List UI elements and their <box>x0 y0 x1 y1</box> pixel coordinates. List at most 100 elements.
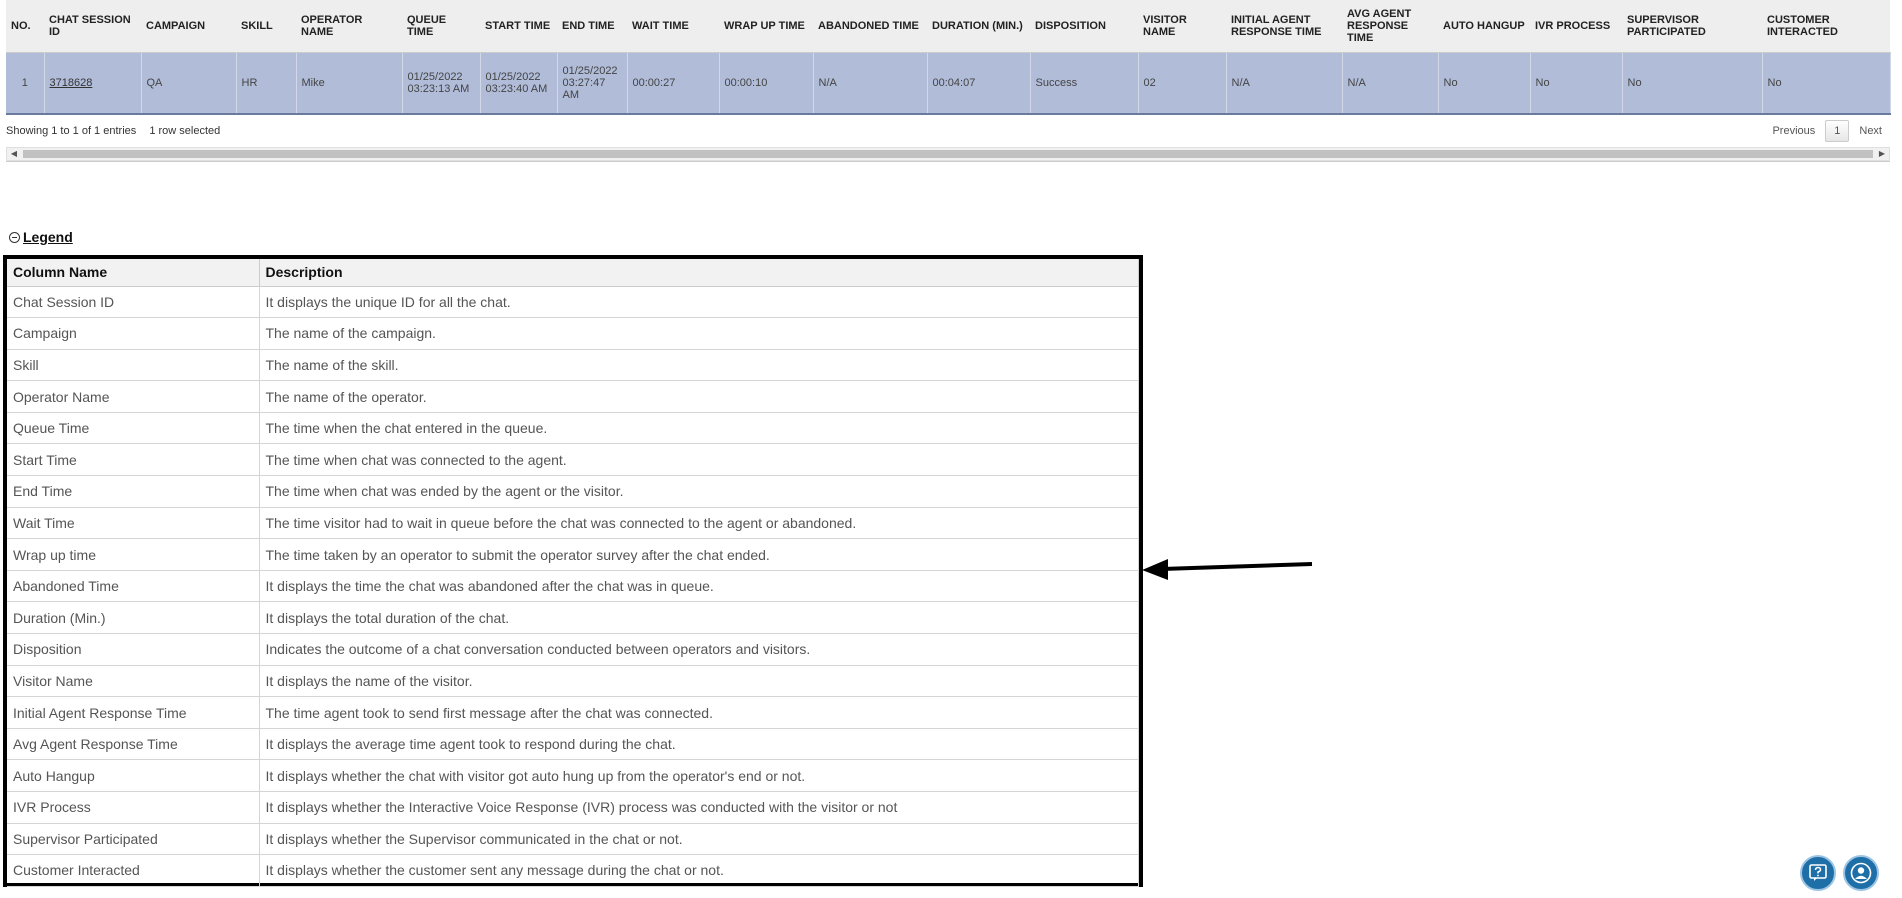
table-cell: No <box>1762 52 1891 115</box>
legend-column-name: IVR Process <box>7 791 260 824</box>
column-header[interactable]: Campaign <box>141 0 236 53</box>
legend-box: Column Name Description Chat Session ID I… <box>3 255 1143 887</box>
column-header[interactable]: Visitor Name <box>1138 0 1226 53</box>
legend-body: Chat Session ID It displays the unique ID… <box>7 286 1139 887</box>
previous-page-button[interactable]: Previous <box>1772 125 1815 137</box>
chat-session-link[interactable]: 3718628 <box>50 77 93 89</box>
column-header[interactable]: Supervisor Participated <box>1622 0 1762 53</box>
legend-row: Skill The name of the skill. <box>7 349 1139 382</box>
column-header[interactable]: Start Time <box>480 0 557 53</box>
legend-toggle-label: Legend <box>23 229 73 245</box>
legend-column-name: Skill <box>7 349 260 382</box>
table-footer: Showing 1 to 1 of 1 entries 1 row select… <box>6 115 1890 147</box>
column-header[interactable]: Initial Agent Response Time <box>1226 0 1342 53</box>
legend-row: Operator Name The name of the operator. <box>7 380 1139 413</box>
legend-description: It displays whether the Interactive Voic… <box>259 791 1139 824</box>
table-cell: N/A <box>1226 52 1343 115</box>
column-header[interactable]: Abandoned Time <box>813 0 927 53</box>
legend-row: Duration (Min.) It displays the total dur… <box>7 601 1139 635</box>
column-header[interactable]: Operator Name <box>296 0 402 53</box>
legend-column-name: Operator Name <box>7 380 260 413</box>
column-header[interactable]: Skill <box>236 0 296 53</box>
legend-column-name: Start Time <box>7 443 260 477</box>
scroll-left-icon[interactable]: ◀ <box>7 148 21 160</box>
legend-description: The time taken by an operator to submit … <box>259 538 1139 571</box>
horizontal-scrollbar[interactable]: ◀ ▶ <box>6 147 1890 161</box>
scroll-right-icon[interactable]: ▶ <box>1875 148 1889 160</box>
scrollbar-thumb[interactable] <box>23 150 1873 158</box>
legend-column-name: End Time <box>7 475 260 508</box>
legend-column-name: Queue Time <box>7 412 260 445</box>
legend-row: Customer Interacted It displays whether t… <box>7 854 1139 887</box>
legend-row: Start Time The time when chat was connect… <box>7 443 1139 477</box>
legend-column-name: Wrap up time <box>7 538 260 571</box>
legend-row: Abandoned Time It displays the time the c… <box>7 570 1139 603</box>
legend-row: Queue Time The time when the chat entered… <box>7 412 1139 445</box>
legend-header-column-name: Column Name <box>7 259 260 287</box>
next-page-button[interactable]: Next <box>1859 125 1882 137</box>
report-table-container: No. Chat Session ID Campaign Skill Operator … <box>6 0 1891 162</box>
legend-column-name: Avg Agent Response Time <box>7 728 260 761</box>
table-cell: QA <box>141 52 237 115</box>
legend-column-name: Supervisor Participated <box>7 823 260 856</box>
legend-description: It displays whether the customer sent an… <box>259 854 1139 887</box>
column-header[interactable]: Customer Interacted <box>1762 0 1890 53</box>
legend-description: The name of the skill. <box>259 349 1139 382</box>
entries-info: Showing 1 to 1 of 1 entries 1 row select… <box>6 125 220 137</box>
table-row[interactable]: 1 3718628 QA HR Mike 01/25/2022 03:23:13 AM 01… <box>6 52 1891 115</box>
legend-description: The time when the chat entered in the qu… <box>259 412 1139 445</box>
help-button[interactable] <box>1800 855 1836 891</box>
legend-row: IVR Process It displays whether the Inter… <box>7 791 1139 824</box>
column-header[interactable]: Wrap Up Time <box>719 0 813 53</box>
legend-column-name: Auto Hangup <box>7 759 260 792</box>
column-header[interactable]: Wait Time <box>627 0 719 53</box>
column-header[interactable]: No. <box>6 0 44 53</box>
column-header[interactable]: IVR Process <box>1530 0 1622 53</box>
legend-description: It displays whether the chat with visito… <box>259 759 1139 792</box>
legend-toggle[interactable]: Legend <box>9 229 73 245</box>
column-header[interactable]: Queue Time <box>402 0 480 53</box>
help-icon <box>1809 864 1827 881</box>
table-cell: 1 <box>6 52 45 115</box>
table-cell: N/A <box>1342 52 1439 115</box>
column-header[interactable]: Duration (Min.) <box>927 0 1030 53</box>
column-header[interactable]: Avg Agent Response Time <box>1342 0 1438 53</box>
legend-description: The time when chat was ended by the agen… <box>259 475 1139 508</box>
column-header[interactable]: Chat Session ID <box>44 0 141 53</box>
legend-description: Indicates the outcome of a chat conversa… <box>259 633 1139 666</box>
column-header[interactable]: End Time <box>557 0 627 53</box>
legend-description: The name of the campaign. <box>259 317 1139 350</box>
legend-row: End Time The time when chat was ended by … <box>7 475 1139 508</box>
legend-description: It displays whether the Supervisor commu… <box>259 823 1139 856</box>
table-cell: 01/25/2022 03:27:47 AM <box>557 52 628 115</box>
table-cell: 00:04:07 <box>927 52 1031 115</box>
legend-column-name: Chat Session ID <box>7 286 260 319</box>
table-cell: HR <box>236 52 297 115</box>
legend-description: It displays the average time agent took … <box>259 728 1139 761</box>
legend-column-name: Duration (Min.) <box>7 601 260 635</box>
legend-column-name: Wait Time <box>7 507 260 540</box>
legend-row: Initial Agent Response Time The time agen… <box>7 696 1139 729</box>
table-cell: No <box>1530 52 1623 115</box>
column-header[interactable]: Auto Hangup <box>1438 0 1530 53</box>
legend-row: Wrap up time The time taken by an operato… <box>7 538 1139 571</box>
table-cell: Mike <box>296 52 403 115</box>
profile-button[interactable] <box>1843 855 1879 891</box>
table-cell: No <box>1438 52 1531 115</box>
legend-description: It displays the total duration of the ch… <box>259 601 1139 635</box>
legend-row: Avg Agent Response Time It displays the a… <box>7 728 1139 761</box>
legend-description: It displays the name of the visitor. <box>259 665 1139 698</box>
table-cell: 00:00:27 <box>627 52 720 115</box>
rows-selected-text: 1 row selected <box>149 125 221 137</box>
page-1-button[interactable]: 1 <box>1825 120 1850 142</box>
table-cell: Success <box>1030 52 1139 115</box>
legend-column-name: Campaign <box>7 317 260 350</box>
legend-header-row: Column Name Description <box>7 259 1139 287</box>
legend-description: The time visitor had to wait in queue be… <box>259 507 1139 540</box>
table-cell: 00:00:10 <box>719 52 814 115</box>
legend-description: The time agent took to send first messag… <box>259 696 1139 729</box>
table-cell: N/A <box>813 52 928 115</box>
column-header[interactable]: Disposition <box>1030 0 1138 53</box>
user-profile-icon <box>1850 862 1872 884</box>
table-cell: 01/25/2022 03:23:13 AM <box>402 52 481 115</box>
